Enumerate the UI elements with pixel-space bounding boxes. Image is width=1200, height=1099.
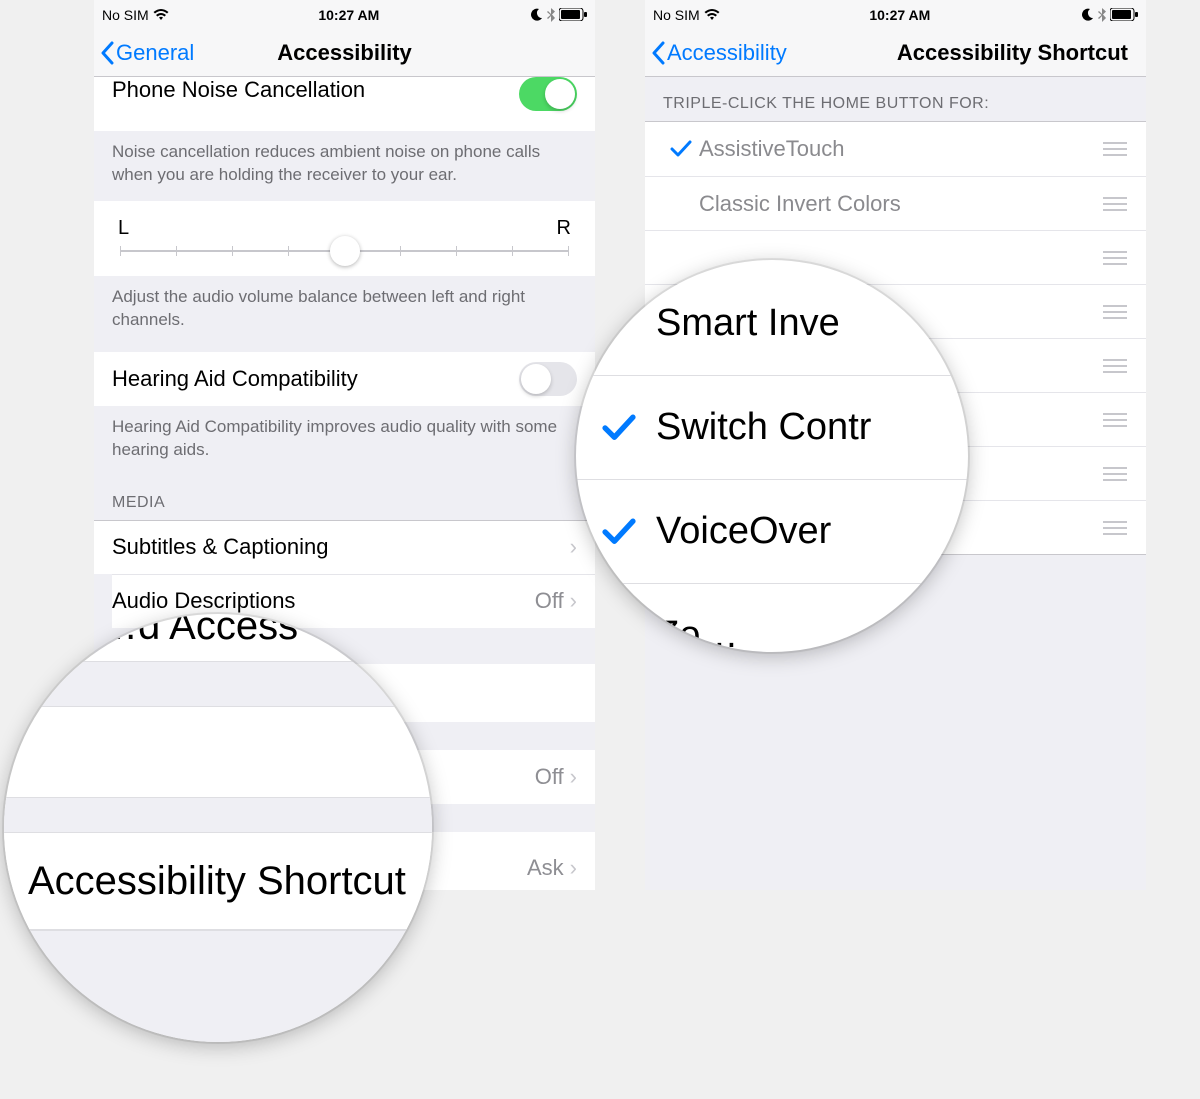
wifi-icon <box>704 9 720 21</box>
mag-guided-label: …d Access <box>28 614 298 649</box>
phone-noise-cancel-label: Phone Noise Cancellation <box>112 77 519 103</box>
balance-l-label: L <box>118 217 129 240</box>
mag-hidden-row[interactable] <box>4 706 432 798</box>
back-button[interactable]: Accessibility <box>645 40 787 66</box>
audio-desc-label: Audio Descriptions <box>112 588 535 614</box>
hearing-footer: Hearing Aid Compatibility improves audio… <box>94 406 595 476</box>
shortcut-row[interactable]: Classic Invert Colors <box>645 176 1146 230</box>
carrier-text: No SIM <box>102 7 149 23</box>
mag-shortcut-row[interactable]: Accessibility Shortcut <box>4 832 432 930</box>
back-label: General <box>116 40 194 66</box>
noise-footer: Noise cancellation reduces ambient noise… <box>94 131 595 201</box>
subtitles-label: Subtitles & Captioning <box>112 534 570 560</box>
dnd-icon <box>1080 8 1094 22</box>
bluetooth-icon <box>1098 8 1106 22</box>
mag-item-label: Switch Contr <box>656 406 942 449</box>
chevron-right-icon: › <box>570 764 577 790</box>
shortcut-label: Classic Invert Colors <box>699 191 1102 217</box>
carrier-text: No SIM <box>653 7 700 23</box>
drag-handle-icon[interactable] <box>1102 467 1128 481</box>
drag-handle-icon[interactable] <box>1102 305 1128 319</box>
mag-shortcut-row[interactable]: Switch Contr <box>576 376 968 480</box>
mag-item-label: Smart Inve <box>656 302 942 345</box>
check-icon <box>602 518 656 546</box>
drag-handle-icon[interactable] <box>1102 142 1128 156</box>
mag-shortcut-row[interactable]: VoiceOver <box>576 480 968 584</box>
check-icon <box>602 310 656 338</box>
hearing-aid-row[interactable]: Hearing Aid Compatibility <box>94 352 595 406</box>
mag-shortcut-label: Accessibility Shortcut <box>28 859 406 904</box>
drag-handle-icon[interactable] <box>1102 359 1128 373</box>
subtitles-row[interactable]: Subtitles & Captioning › <box>94 520 595 574</box>
balance-r-label: R <box>557 217 571 240</box>
shortcut-row[interactable]: AssistiveTouch <box>645 122 1146 176</box>
mag-item-label: Zo… <box>656 614 942 652</box>
status-bar: No SIM 10:27 AM <box>94 0 595 29</box>
shortcut-label: AssistiveTouch <box>699 136 1102 162</box>
hearing-aid-switch[interactable] <box>519 362 577 396</box>
magnifier-left: …d Access Accessibility Shortcut <box>4 614 432 1042</box>
status-time: 10:27 AM <box>869 7 930 23</box>
status-time: 10:27 AM <box>318 7 379 23</box>
balance-footer: Adjust the audio volume balance between … <box>94 276 595 346</box>
mag-guided-row[interactable]: …d Access <box>4 614 432 662</box>
row-ask-value: Ask <box>527 855 564 881</box>
dnd-icon <box>529 8 543 22</box>
check-icon <box>602 414 656 442</box>
phone-noise-cancel-row[interactable]: Phone Noise Cancellation <box>94 77 595 131</box>
nav-bar-right: Accessibility Accessibility Shortcut <box>645 29 1146 77</box>
check-icon <box>663 140 699 158</box>
hearing-aid-label: Hearing Aid Compatibility <box>112 366 519 392</box>
chevron-right-icon: › <box>570 855 577 881</box>
balance-slider[interactable] <box>120 250 569 252</box>
mag-shortcut-row[interactable]: Zo… <box>576 584 968 652</box>
shortcut-header: TRIPLE-CLICK THE HOME BUTTON FOR: <box>645 77 1146 121</box>
drag-handle-icon[interactable] <box>1102 413 1128 427</box>
drag-handle-icon[interactable] <box>1102 251 1128 265</box>
nav-bar-left: General Accessibility <box>94 29 595 77</box>
drag-handle-icon[interactable] <box>1102 197 1128 211</box>
balance-slider-cell: L R <box>94 201 595 276</box>
drag-handle-icon[interactable] <box>1102 521 1128 535</box>
page-title: Accessibility Shortcut <box>897 40 1128 66</box>
phone-noise-switch[interactable] <box>519 77 577 111</box>
back-button[interactable]: General <box>94 40 194 66</box>
battery-icon <box>1110 8 1138 21</box>
magnifier-right: Smart Inve Switch Contr VoiceOver Zo… <box>576 260 968 652</box>
mag-item-label: VoiceOver <box>656 510 942 553</box>
media-header: MEDIA <box>94 476 595 520</box>
status-bar: No SIM 10:27 AM <box>645 0 1146 29</box>
audio-desc-value: Off <box>535 588 564 614</box>
back-label: Accessibility <box>667 40 787 66</box>
page-title: Accessibility <box>277 40 412 66</box>
mag-shortcut-row[interactable]: Smart Inve <box>576 272 968 376</box>
wifi-icon <box>153 9 169 21</box>
balance-thumb[interactable] <box>330 236 360 266</box>
battery-icon <box>559 8 587 21</box>
bluetooth-icon <box>547 8 555 22</box>
row-off-value: Off <box>535 764 564 790</box>
